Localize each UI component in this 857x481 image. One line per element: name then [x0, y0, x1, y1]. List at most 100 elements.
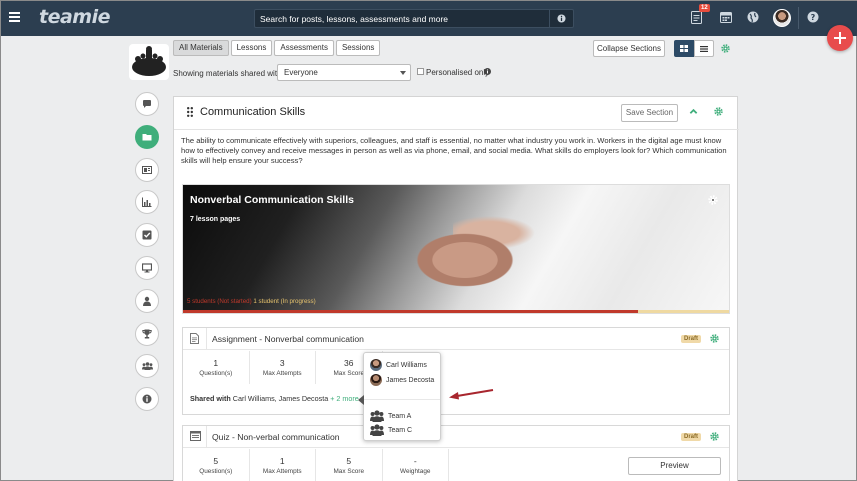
- info-icon: [142, 394, 152, 404]
- save-section-button[interactable]: Save Section: [621, 104, 678, 122]
- status-badge: Draft: [681, 335, 702, 343]
- search-placeholder: Search for posts, lessons, assessments a…: [260, 14, 449, 24]
- search-input[interactable]: Search for posts, lessons, assessments a…: [254, 9, 574, 28]
- help-icon[interactable]: ?: [807, 11, 819, 23]
- avatar[interactable]: [773, 9, 791, 27]
- card-stats: 5 Question(s) 1 Max Attempts 5 Max Score - W…: [183, 449, 449, 481]
- shared-with-names: Carl Williams, James Decosta: [232, 394, 329, 403]
- popover-team-row[interactable]: Team C: [370, 424, 412, 436]
- stat-label: Question(s): [199, 370, 233, 377]
- sidebar-item-analytics[interactable]: [135, 190, 159, 215]
- stat-label: Question(s): [199, 468, 233, 475]
- chat-icon: [143, 100, 151, 108]
- list-view-button[interactable]: [694, 40, 714, 57]
- popover-caret: [358, 395, 364, 405]
- chevron-down-icon: [400, 71, 406, 75]
- in-progress-count[interactable]: 1 student (In progress): [253, 298, 315, 305]
- sidebar-item-chat[interactable]: [135, 92, 159, 116]
- personalised-checkbox[interactable]: [417, 68, 424, 75]
- stat-value: 1: [213, 358, 219, 368]
- svg-text:?: ?: [811, 13, 816, 22]
- sidebar-item-materials[interactable]: [135, 124, 159, 149]
- sidebar-item-members[interactable]: [135, 288, 159, 313]
- section-description: The ability to communicate effectively w…: [181, 136, 727, 165]
- stat-value: 3: [279, 358, 285, 368]
- gear-icon[interactable]: [721, 44, 730, 53]
- tab-lessons[interactable]: Lessons: [230, 40, 273, 56]
- sidebar-item-about[interactable]: [135, 387, 159, 412]
- annotation-arrow-icon: [449, 389, 494, 400]
- gear-icon[interactable]: [710, 432, 719, 441]
- popover-user-row[interactable]: Carl Williams: [370, 359, 427, 371]
- share-select[interactable]: Everyone: [277, 64, 411, 81]
- avatar: [370, 359, 382, 371]
- chevron-up-icon[interactable]: [689, 107, 698, 116]
- shared-with-line: Shared with Carl Williams, James Decosta…: [190, 394, 359, 403]
- collapse-sections-button[interactable]: Collapse Sections: [593, 40, 665, 57]
- notification-icon[interactable]: [691, 11, 702, 24]
- side-nav: [135, 92, 159, 420]
- drag-handle-icon[interactable]: [187, 107, 193, 117]
- top-bar: teamie Search for posts, lessons, assess…: [1, 1, 857, 36]
- folder-icon: [142, 133, 152, 141]
- popover-team-row[interactable]: Team A: [370, 410, 411, 422]
- section-title: Communication Skills: [200, 106, 306, 118]
- sidebar-item-gradebook[interactable]: [135, 157, 159, 182]
- sidebar-item-leaderboard[interactable]: [135, 321, 159, 346]
- app-logo[interactable]: teamie: [39, 6, 111, 28]
- card-title[interactable]: Quiz - Non-verbal communication: [212, 432, 340, 442]
- lesson-progress-bar: [183, 310, 729, 313]
- stat-value: 1: [279, 456, 285, 466]
- grid-icon: [680, 45, 688, 52]
- document-icon: [190, 333, 199, 344]
- user-icon: [143, 296, 151, 306]
- more-shared-link[interactable]: + 2 more: [330, 394, 359, 403]
- stat-cell: 1 Max Attempts: [250, 449, 316, 481]
- card-title[interactable]: Assignment - Nonverbal communication: [212, 334, 364, 344]
- menu-icon[interactable]: [9, 12, 20, 22]
- lesson-pages: 7 lesson pages: [190, 216, 241, 223]
- lesson-card[interactable]: Nonverbal Communication Skills 7 lesson …: [182, 184, 730, 314]
- calendar-icon[interactable]: [720, 11, 732, 23]
- personalised-label: Personalised only: [426, 68, 490, 77]
- lesson-progress-text: 5 students (Not started) 1 student (In p…: [187, 298, 316, 305]
- assessment-card: Assignment - Nonverbal communication Dra…: [182, 327, 730, 415]
- stat-cell: 5 Max Score: [316, 449, 383, 481]
- sidebar-item-teams[interactable]: [135, 354, 159, 379]
- card-icon-cell: [183, 328, 207, 350]
- gear-icon[interactable]: [708, 195, 718, 205]
- tab-all-materials[interactable]: All Materials: [173, 40, 229, 56]
- tab-sessions[interactable]: Sessions: [335, 40, 381, 56]
- status-badge: Draft: [681, 433, 702, 441]
- search-info-button[interactable]: [549, 10, 573, 27]
- preview-button[interactable]: Preview: [628, 457, 721, 475]
- stat-cell: 1 Question(s): [183, 351, 250, 384]
- add-fab-button[interactable]: [827, 25, 853, 51]
- shared-with-popover: Carl Williams James Decosta Team A Team …: [358, 352, 441, 441]
- stat-label: Max Attempts: [262, 370, 302, 377]
- divider: [364, 399, 440, 400]
- popover-user-row[interactable]: James Decosta: [370, 374, 434, 386]
- sidebar-item-tasks[interactable]: [135, 223, 159, 248]
- card-header: Quiz - Non-verbal communication Draft: [183, 426, 729, 448]
- tab-assessments[interactable]: Assessments: [274, 40, 334, 56]
- lesson-title[interactable]: Nonverbal Communication Skills: [190, 194, 354, 206]
- sidebar-item-classroom[interactable]: [135, 255, 159, 280]
- group-logo-icon: [132, 46, 166, 76]
- not-started-count[interactable]: 5 students (Not started): [187, 298, 252, 305]
- globe-icon[interactable]: [747, 11, 759, 23]
- grid-view-button[interactable]: [674, 40, 694, 57]
- trophy-icon: [142, 329, 152, 339]
- stat-cell: - Weightage: [383, 449, 449, 481]
- gear-icon[interactable]: [710, 334, 719, 343]
- divider: [798, 7, 799, 29]
- notification-badge: 12: [699, 4, 710, 12]
- lesson-progress-fill: [183, 310, 638, 313]
- gradebook-icon: [142, 165, 152, 174]
- card-icon-cell: [183, 426, 207, 448]
- card-stats: 1 Question(s) 3 Max Attempts 36 Max Score: [183, 351, 383, 384]
- info-icon[interactable]: [484, 68, 491, 75]
- stat-cell: 5 Question(s): [183, 449, 250, 481]
- gear-icon[interactable]: [714, 107, 723, 116]
- card-header: Assignment - Nonverbal communication Dra…: [183, 328, 729, 350]
